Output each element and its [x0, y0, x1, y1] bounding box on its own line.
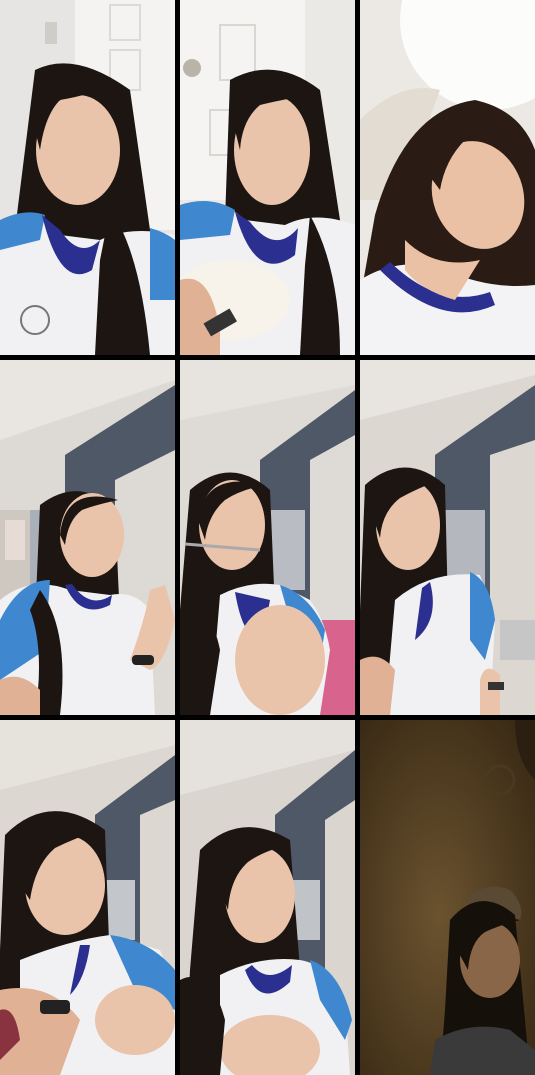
video-tile-r2c2[interactable]	[180, 360, 355, 715]
person-video-frame	[360, 720, 535, 1075]
video-tile-r1c2[interactable]	[180, 0, 355, 355]
person-video-frame	[0, 360, 175, 715]
video-tile-r3c1[interactable]	[0, 720, 175, 1075]
person-video-frame	[0, 0, 175, 355]
video-tile-r2c1[interactable]	[0, 360, 175, 715]
video-tile-r2c3[interactable]	[360, 360, 535, 715]
video-tile-r1c1[interactable]	[0, 0, 175, 355]
video-tile-r1c3[interactable]	[360, 0, 535, 355]
person-video-frame	[180, 0, 355, 355]
person-video-frame	[360, 0, 535, 355]
person-video-frame	[180, 720, 355, 1075]
person-video-frame	[180, 360, 355, 715]
video-grid	[0, 0, 535, 1075]
person-video-frame	[0, 720, 175, 1075]
video-tile-r3c3[interactable]	[360, 720, 535, 1075]
video-tile-r3c2[interactable]	[180, 720, 355, 1075]
person-video-frame	[360, 360, 535, 715]
